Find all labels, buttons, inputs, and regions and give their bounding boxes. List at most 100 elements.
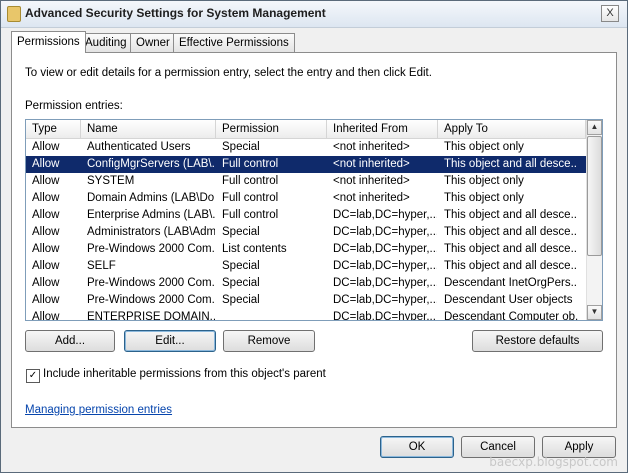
cell-apply-to: Descendant InetOrgPers... — [444, 277, 578, 289]
table-row[interactable]: Allow Enterprise Admins (LAB\... Full cont… — [26, 207, 586, 224]
intro-text: To view or edit details for a permission… — [25, 67, 432, 79]
cell-permission: Special — [222, 294, 260, 306]
cell-apply-to: This object only — [444, 175, 524, 187]
cell-name: Domain Admins (LAB\Do... — [87, 192, 215, 204]
cell-name: Pre-Windows 2000 Com... — [87, 277, 215, 289]
cell-apply-to: This object and all desce... — [444, 158, 578, 170]
managing-permission-entries-link[interactable]: Managing permission entries — [25, 404, 172, 416]
scroll-down-button[interactable]: ▼ — [587, 305, 602, 320]
cell-permission: Special — [222, 277, 260, 289]
permission-entries-list[interactable]: Type Name Permission Inherited From Appl… — [25, 119, 603, 321]
cell-name: Pre-Windows 2000 Com... — [87, 294, 215, 306]
table-row[interactable]: Allow Administrators (LAB\Adm... Special DC… — [26, 224, 586, 241]
list-body: Allow Authenticated Users Special <not inhe… — [26, 139, 586, 320]
table-row[interactable]: Allow SYSTEM Full control <not inherited> Th… — [26, 173, 586, 190]
vertical-scrollbar[interactable]: ▲ ▼ — [586, 120, 602, 320]
cell-type: Allow — [32, 192, 60, 204]
remove-button[interactable]: Remove — [223, 330, 315, 352]
cell-permission: Full control — [222, 175, 279, 187]
cell-inherited-from: <not inherited> — [333, 141, 410, 153]
include-inheritable-checkbox[interactable]: ✓ — [26, 369, 40, 383]
cell-inherited-from: DC=lab,DC=hyper,... — [333, 277, 437, 289]
cell-apply-to: This object only — [444, 141, 524, 153]
column-header-name[interactable]: Name — [81, 120, 216, 138]
cell-permission: Full control — [222, 158, 279, 170]
column-header-permission[interactable]: Permission — [216, 120, 327, 138]
cell-type: Allow — [32, 209, 60, 221]
add-button[interactable]: Add... — [25, 330, 115, 352]
cell-name: Authenticated Users — [87, 141, 191, 153]
close-button[interactable]: X — [601, 5, 619, 22]
cell-inherited-from: DC=lab,DC=hyper,... — [333, 260, 437, 272]
cell-permission — [216, 309, 326, 320]
cell-name: SYSTEM — [87, 175, 135, 187]
cell-apply-to: This object and all desce... — [444, 260, 578, 272]
title-bar[interactable]: Advanced Security Settings for System Ma… — [1, 1, 627, 28]
dialog-window: Advanced Security Settings for System Ma… — [0, 0, 628, 473]
cell-permission: Special — [222, 141, 260, 153]
cell-name: Pre-Windows 2000 Com... — [87, 243, 215, 255]
list-header: Type Name Permission Inherited From Appl… — [26, 120, 586, 139]
cell-inherited-from: <not inherited> — [333, 175, 410, 187]
cell-name: ENTERPRISE DOMAIN... — [87, 311, 215, 320]
cell-apply-to: Descendant User objects — [444, 294, 573, 306]
cell-type: Allow — [32, 294, 60, 306]
permissions-panel: To view or edit details for a permission… — [11, 52, 617, 428]
cell-type: Allow — [32, 158, 60, 170]
edit-button[interactable]: Edit... — [124, 330, 216, 352]
column-header-inherited-from[interactable]: Inherited From — [327, 120, 438, 138]
table-row[interactable]: Allow ConfigMgrServers (LAB\... Full contr… — [26, 156, 586, 173]
table-row[interactable]: Allow ENTERPRISE DOMAIN... DC=lab,DC=hyper… — [26, 309, 586, 320]
cell-type: Allow — [32, 141, 60, 153]
table-row[interactable]: Allow Domain Admins (LAB\Do... Full contro… — [26, 190, 586, 207]
table-row[interactable]: Allow Pre-Windows 2000 Com... Special DC=la… — [26, 275, 586, 292]
tab-auditing[interactable]: Auditing — [79, 33, 133, 52]
column-header-type[interactable]: Type — [26, 120, 81, 138]
cell-name: ConfigMgrServers (LAB\... — [87, 158, 215, 170]
cell-inherited-from: DC=lab,DC=hyper,... — [333, 243, 437, 255]
cell-apply-to: Descendant Computer ob... — [444, 311, 578, 320]
cell-type: Allow — [32, 226, 60, 238]
cell-type: Allow — [32, 243, 60, 255]
tab-permissions[interactable]: Permissions — [11, 31, 86, 53]
scroll-down-icon: ▼ — [590, 307, 599, 316]
cell-inherited-from: <not inherited> — [333, 158, 410, 170]
cell-permission: Special — [222, 226, 260, 238]
cell-inherited-from: DC=lab,DC=hyper... — [333, 311, 436, 320]
cell-apply-to: This object only — [444, 192, 524, 204]
cell-permission: Special — [222, 260, 260, 272]
cell-inherited-from: DC=lab,DC=hyper,... — [333, 226, 437, 238]
cell-type: Allow — [32, 260, 60, 272]
table-row[interactable]: Allow Pre-Windows 2000 Com... List content… — [26, 241, 586, 258]
watermark: baecxp.blogspot.com — [489, 455, 618, 469]
folder-icon — [7, 6, 21, 22]
column-header-apply-to[interactable]: Apply To — [438, 120, 586, 138]
include-inheritable-label[interactable]: Include inheritable permissions from thi… — [43, 368, 326, 380]
window-title: Advanced Security Settings for System Ma… — [25, 6, 326, 20]
scroll-thumb[interactable] — [587, 136, 602, 256]
cell-apply-to: This object and all desce... — [444, 209, 578, 221]
cell-type: Allow — [32, 311, 60, 320]
table-row[interactable]: Allow SELF Special DC=lab,DC=hyper,... This … — [26, 258, 586, 275]
cell-name: Administrators (LAB\Adm... — [87, 226, 215, 238]
tab-effective-permissions[interactable]: Effective Permissions — [173, 33, 295, 52]
cell-name: Enterprise Admins (LAB\... — [87, 209, 215, 221]
table-row[interactable]: Allow Authenticated Users Special <not inhe… — [26, 139, 586, 156]
cell-apply-to: This object and all desce... — [444, 243, 578, 255]
scroll-up-icon: ▲ — [590, 122, 599, 131]
checkmark-icon: ✓ — [28, 370, 38, 381]
cell-permission: Full control — [222, 192, 279, 204]
tab-owner[interactable]: Owner — [130, 33, 176, 52]
entries-label: Permission entries: — [25, 100, 123, 112]
scroll-up-button[interactable]: ▲ — [587, 120, 602, 135]
cell-inherited-from: <not inherited> — [333, 192, 410, 204]
cell-permission: Full control — [222, 209, 279, 221]
cell-inherited-from: DC=lab,DC=hyper,... — [333, 294, 437, 306]
ok-button[interactable]: OK — [380, 436, 454, 458]
cell-type: Allow — [32, 175, 60, 187]
cell-type: Allow — [32, 277, 60, 289]
restore-defaults-button[interactable]: Restore defaults — [472, 330, 603, 352]
cell-inherited-from: DC=lab,DC=hyper,... — [333, 209, 437, 221]
table-row[interactable]: Allow Pre-Windows 2000 Com... Special DC=la… — [26, 292, 586, 309]
cell-permission: List contents — [222, 243, 287, 255]
